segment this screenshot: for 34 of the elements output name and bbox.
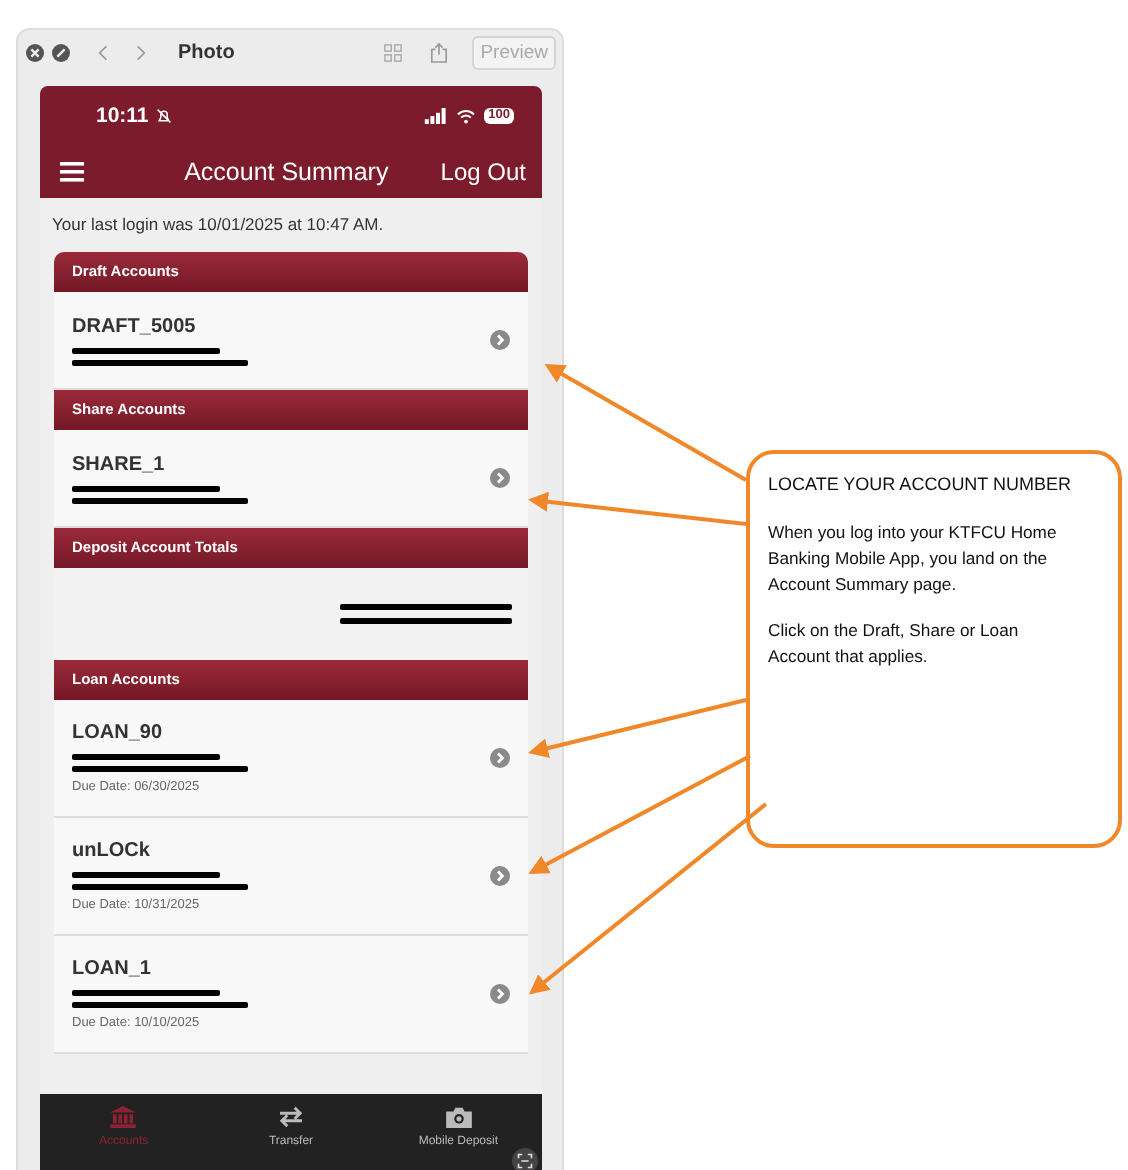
chevron-icon[interactable] — [490, 330, 510, 350]
bank-icon — [110, 1106, 137, 1128]
account-name: DRAFT_5005 — [72, 315, 198, 337]
callout-title: LOCATE YOUR ACCOUNT NUMBER — [768, 474, 1074, 494]
grid-icon[interactable] — [384, 44, 403, 62]
wifi-icon — [456, 107, 477, 123]
menu-icon[interactable] — [60, 161, 84, 181]
camera-icon — [445, 1106, 472, 1128]
back-icon[interactable] — [98, 44, 108, 62]
page-title: Account Summary — [182, 157, 391, 185]
callout-text: Click on the Draft, Share or Loan Account that applies. — [768, 617, 1021, 669]
share-icon[interactable] — [430, 42, 449, 64]
forward-icon[interactable] — [136, 44, 146, 62]
status-time: 10:11 — [96, 103, 149, 127]
account-name: unLOCk — [72, 840, 152, 862]
bell-muted-icon — [156, 107, 173, 123]
account-row[interactable]: SHARE_1 — [54, 430, 528, 528]
last-login-text: Your last login was 10/01/2025 at 10:47 AM. — [50, 212, 386, 238]
block-icon[interactable] — [52, 44, 70, 62]
window-title: Photo — [178, 42, 235, 64]
close-icon[interactable] — [26, 44, 44, 62]
swap-arrows-icon — [278, 1106, 304, 1128]
account-row[interactable]: DRAFT_5005 — [54, 292, 528, 390]
callout-text: When you log into your KTFCU Home Banking Mobile App, you land on the Account Summary page. — [768, 520, 1059, 598]
chevron-icon[interactable] — [490, 984, 510, 1004]
chevron-icon[interactable] — [490, 468, 510, 488]
chevron-icon[interactable] — [490, 866, 510, 886]
log-out-button[interactable]: Log Out — [440, 157, 526, 185]
chevron-icon[interactable] — [490, 748, 510, 768]
signal-icon — [424, 107, 449, 123]
account-name: SHARE_1 — [72, 453, 167, 475]
scan-icon[interactable] — [512, 1148, 538, 1170]
account-name: LOAN_1 — [72, 958, 153, 980]
account-name: LOAN_90 — [72, 722, 165, 744]
